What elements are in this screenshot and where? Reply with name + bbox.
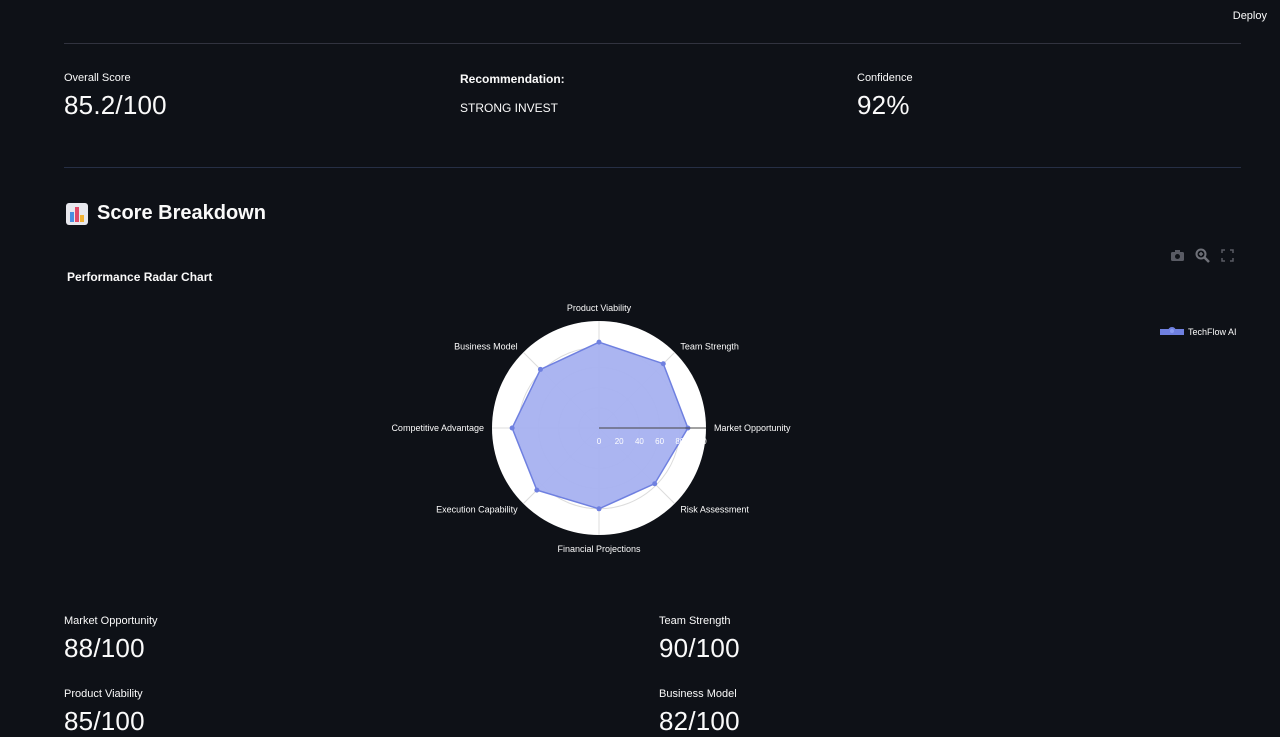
recommendation-block: Recommendation: STRONG INVEST: [460, 72, 565, 115]
metric-value: 85/100: [64, 706, 145, 736]
radar-point: [537, 366, 543, 372]
radial-tick-label: 40: [635, 437, 644, 446]
radar-category-label: Team Strength: [680, 342, 739, 352]
chart-toolbar: [1170, 248, 1235, 263]
section-heading: Score Breakdown: [66, 202, 266, 225]
metric-label: Business Model: [659, 688, 737, 700]
radar-point: [534, 487, 540, 493]
radial-tick-label: 100: [693, 437, 707, 446]
radar-category-label: Execution Capability: [436, 504, 518, 514]
overall-score-value: 85.2/100: [64, 90, 167, 120]
radar-point: [596, 506, 602, 512]
section-title: Score Breakdown: [97, 202, 266, 224]
metric-business-model: Business Model 82/100: [659, 688, 740, 737]
deploy-button[interactable]: Deploy: [1233, 10, 1267, 22]
radar-point: [596, 339, 602, 345]
radar-category-label: Business Model: [454, 342, 518, 352]
metric-label: Market Opportunity: [64, 615, 158, 627]
legend-label: TechFlow AI: [1188, 327, 1237, 337]
metric-market-opportunity: Market Opportunity 88/100: [64, 615, 158, 664]
fullscreen-icon[interactable]: [1220, 248, 1235, 263]
zoom-icon[interactable]: [1195, 248, 1210, 263]
confidence-value: 92%: [857, 90, 910, 120]
metric-product-viability: Product Viability 85/100: [64, 688, 145, 737]
camera-icon[interactable]: [1170, 248, 1185, 263]
metric-value: 88/100: [64, 633, 145, 663]
radar-point: [509, 425, 515, 431]
overall-score-label: Overall Score: [64, 72, 131, 84]
chart-legend[interactable]: TechFlow AI: [1160, 327, 1237, 337]
top-divider: [64, 43, 1241, 44]
bar-chart-icon: [66, 202, 88, 225]
radial-tick-label: 60: [655, 437, 664, 446]
recommendation-label: Recommendation:: [460, 72, 565, 86]
legend-swatch: [1160, 327, 1184, 335]
overall-score-metric: Overall Score 85.2/100: [64, 72, 167, 121]
radar-point: [652, 481, 658, 487]
metric-label: Product Viability: [64, 688, 143, 700]
metric-value: 90/100: [659, 633, 740, 663]
radar-point: [660, 361, 666, 367]
radar-category-label: Financial Projections: [557, 544, 641, 554]
chart-title: Performance Radar Chart: [67, 270, 213, 284]
radar-category-label: Product Viability: [567, 303, 632, 313]
metric-value: 82/100: [659, 706, 740, 736]
section-divider: [64, 167, 1241, 168]
confidence-label: Confidence: [857, 72, 913, 84]
confidence-metric: Confidence 92%: [857, 72, 913, 121]
radar-category-label: Competitive Advantage: [391, 423, 484, 433]
radial-tick-label: 0: [597, 437, 602, 446]
recommendation-value: STRONG INVEST: [460, 101, 559, 115]
radar-category-label: Risk Assessment: [680, 504, 749, 514]
radial-tick-label: 80: [675, 437, 684, 446]
radial-tick-label: 20: [615, 437, 624, 446]
metric-label: Team Strength: [659, 615, 731, 627]
metric-team-strength: Team Strength 90/100: [659, 615, 740, 664]
radar-chart: 0 20 40 60 80 100 Market Opportunity Team Stren…: [391, 303, 791, 554]
radar-category-label: Market Opportunity: [714, 423, 791, 433]
